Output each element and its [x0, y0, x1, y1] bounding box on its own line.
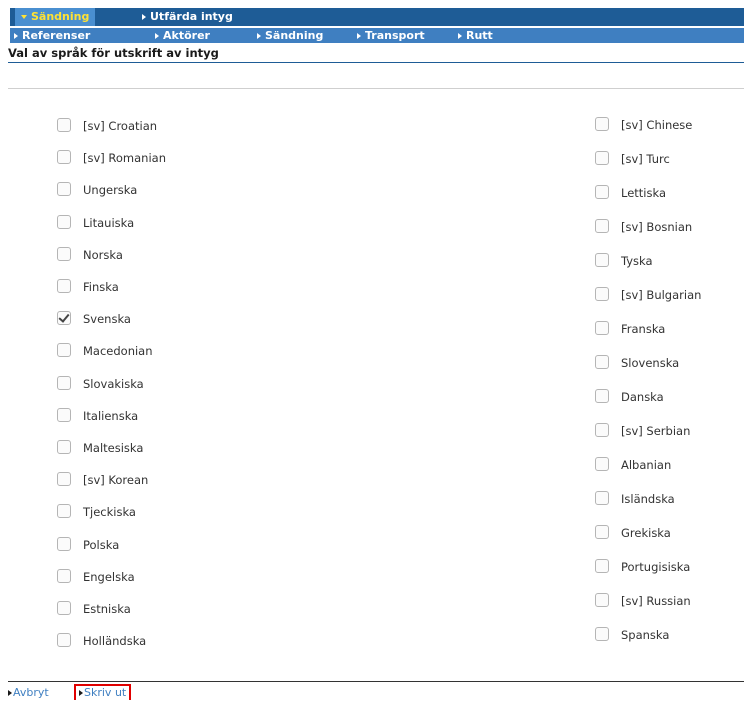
language-label: Danska [621, 390, 664, 404]
print-button[interactable]: Skriv ut [74, 684, 132, 700]
language-label: Grekiska [621, 526, 671, 540]
language-checkbox[interactable] [57, 472, 71, 487]
caret-right-icon [79, 690, 83, 696]
language-label: [sv] Bulgarian [621, 288, 702, 302]
tab-sandning[interactable]: Sändning [15, 8, 96, 26]
language-label: Franska [621, 322, 666, 336]
language-label: Maltesiska [83, 441, 144, 455]
language-label: Tjeckiska [83, 505, 136, 520]
subtab-rutt[interactable]: Rutt [458, 28, 493, 43]
language-label: Litauiska [83, 215, 135, 230]
caret-right-icon [357, 33, 361, 39]
language-label: Isländska [621, 492, 675, 506]
language-checkbox[interactable] [57, 214, 71, 229]
language-label: Finska [83, 280, 119, 294]
language-checkbox[interactable] [595, 117, 609, 131]
language-label: Portugisiska [621, 560, 691, 574]
language-checkbox[interactable] [57, 182, 71, 197]
caret-right-icon [14, 33, 18, 39]
language-checkbox[interactable] [595, 253, 609, 267]
language-label: Polska [83, 537, 120, 552]
language-label: Ungerska [83, 183, 138, 198]
tab-utfarda-intyg[interactable]: Utfärda intyg [142, 8, 233, 26]
caret-right-icon [458, 33, 462, 39]
sub-tab-bar: Referenser Aktörer Sändning Transport Ru… [10, 28, 744, 43]
tab-sandning-label: Sändning [31, 10, 90, 23]
footer-divider [8, 681, 744, 682]
language-checkbox[interactable] [595, 321, 609, 335]
caret-right-icon [155, 33, 159, 39]
language-checkbox[interactable] [595, 151, 609, 165]
language-checkbox[interactable] [595, 287, 609, 301]
language-checkbox[interactable] [57, 633, 71, 648]
language-label: Engelska [83, 569, 135, 584]
language-label: Albanian [621, 458, 672, 472]
language-checkbox[interactable] [57, 150, 71, 165]
language-label: Holländska [83, 634, 147, 649]
language-checkbox[interactable] [595, 525, 609, 539]
caret-right-icon [257, 33, 261, 39]
caret-down-icon [21, 15, 27, 19]
language-label: Tyska [621, 254, 653, 268]
language-selection-panel: [sv] Croatian [sv] Romanian Ungerska Litaui… [8, 88, 744, 689]
language-checkbox[interactable] [595, 627, 609, 641]
main-tab-bar: Sändning Utfärda intyg [10, 8, 744, 26]
language-checkbox[interactable] [595, 389, 609, 403]
language-checkbox[interactable] [57, 279, 71, 293]
subtab-transport[interactable]: Transport [357, 28, 425, 43]
subtab-referenser[interactable]: Referenser [14, 28, 90, 43]
language-checkbox[interactable] [57, 568, 71, 583]
language-label: [sv] Turc [621, 152, 670, 166]
tab-utfarda-intyg-label: Utfärda intyg [150, 10, 233, 23]
language-checkbox[interactable] [57, 536, 71, 551]
subtab-label: Rutt [466, 29, 493, 42]
subtab-label: Referenser [22, 29, 91, 42]
language-label: [sv] Bosnian [621, 220, 693, 234]
language-label: [sv] Romanian [83, 151, 167, 166]
language-label: [sv] Serbian [621, 424, 691, 438]
subtab-label: Transport [365, 29, 425, 42]
language-checkbox[interactable] [57, 311, 71, 326]
language-checkbox[interactable] [595, 593, 609, 607]
page-title: Val av språk för utskrift av intyg [8, 44, 744, 63]
language-checkbox[interactable] [57, 375, 71, 390]
subtab-aktorer[interactable]: Aktörer [155, 28, 210, 43]
language-label: Slovakiska [83, 376, 144, 391]
language-label: Estniska [83, 602, 131, 616]
caret-right-icon [142, 14, 146, 20]
language-label: Macedonian [83, 344, 153, 359]
language-label: Svenska [83, 312, 131, 327]
language-label: [sv] Croatian [83, 119, 158, 133]
language-checkbox[interactable] [595, 457, 609, 471]
language-label: [sv] Korean [83, 473, 149, 488]
language-checkbox[interactable] [57, 118, 71, 132]
language-checkbox[interactable] [595, 491, 609, 505]
language-checkbox[interactable] [595, 219, 609, 233]
subtab-label: Aktörer [163, 29, 210, 42]
cancel-label: Avbryt [13, 686, 49, 699]
language-label: [sv] Russian [621, 594, 691, 608]
language-checkbox[interactable] [57, 440, 71, 454]
language-label: Norska [83, 247, 123, 262]
language-label: Spanska [621, 628, 670, 642]
language-checkbox[interactable] [57, 343, 71, 358]
language-checkbox[interactable] [595, 185, 609, 199]
language-checkbox[interactable] [595, 559, 609, 573]
language-checkbox[interactable] [57, 504, 71, 519]
subtab-label: Sändning [265, 29, 324, 42]
caret-right-icon [8, 690, 12, 696]
language-label: [sv] Chinese [621, 118, 693, 132]
language-label: Slovenska [621, 356, 680, 370]
language-label: Lettiska [621, 186, 666, 200]
print-label: Skriv ut [84, 686, 127, 699]
cancel-button[interactable]: Avbryt [8, 686, 49, 700]
language-checkbox[interactable] [57, 407, 71, 422]
language-checkbox[interactable] [595, 355, 609, 369]
language-checkbox[interactable] [57, 246, 71, 261]
language-checkbox[interactable] [595, 423, 609, 437]
subtab-sandning[interactable]: Sändning [257, 28, 323, 43]
language-label: Italienska [83, 408, 139, 423]
language-checkbox[interactable] [57, 601, 71, 615]
